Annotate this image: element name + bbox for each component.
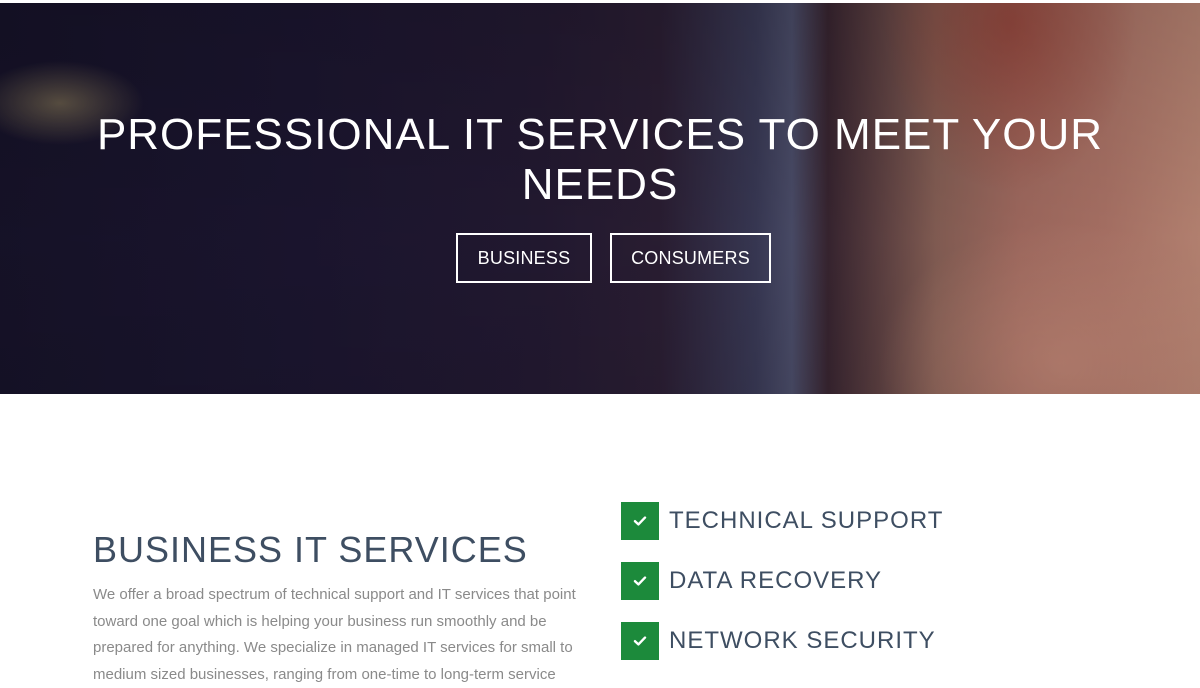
section-description: We offer a broad spectrum of technical s…: [93, 586, 576, 683]
section-title: BUSINESS IT SERVICES: [93, 529, 528, 570]
hero-title: PROFESSIONAL IT SERVICES TO MEET YOUR NE…: [96, 110, 1104, 209]
check-icon: [621, 502, 659, 540]
hero-banner: PROFESSIONAL IT SERVICES TO MEET YOUR NE…: [0, 3, 1200, 394]
feature-item-network-security: NETWORK SECURITY: [621, 622, 936, 660]
feature-label: DATA RECOVERY: [669, 567, 883, 594]
feature-label: TECHNICAL SUPPORT: [669, 507, 944, 534]
consumers-button[interactable]: CONSUMERS: [610, 233, 771, 283]
feature-item-data-recovery: DATA RECOVERY: [621, 562, 882, 600]
business-button[interactable]: BUSINESS: [456, 233, 592, 283]
check-icon: [621, 562, 659, 600]
feature-label: NETWORK SECURITY: [669, 627, 936, 654]
check-icon: [621, 622, 659, 660]
feature-item-technical-support: TECHNICAL SUPPORT: [621, 502, 943, 540]
